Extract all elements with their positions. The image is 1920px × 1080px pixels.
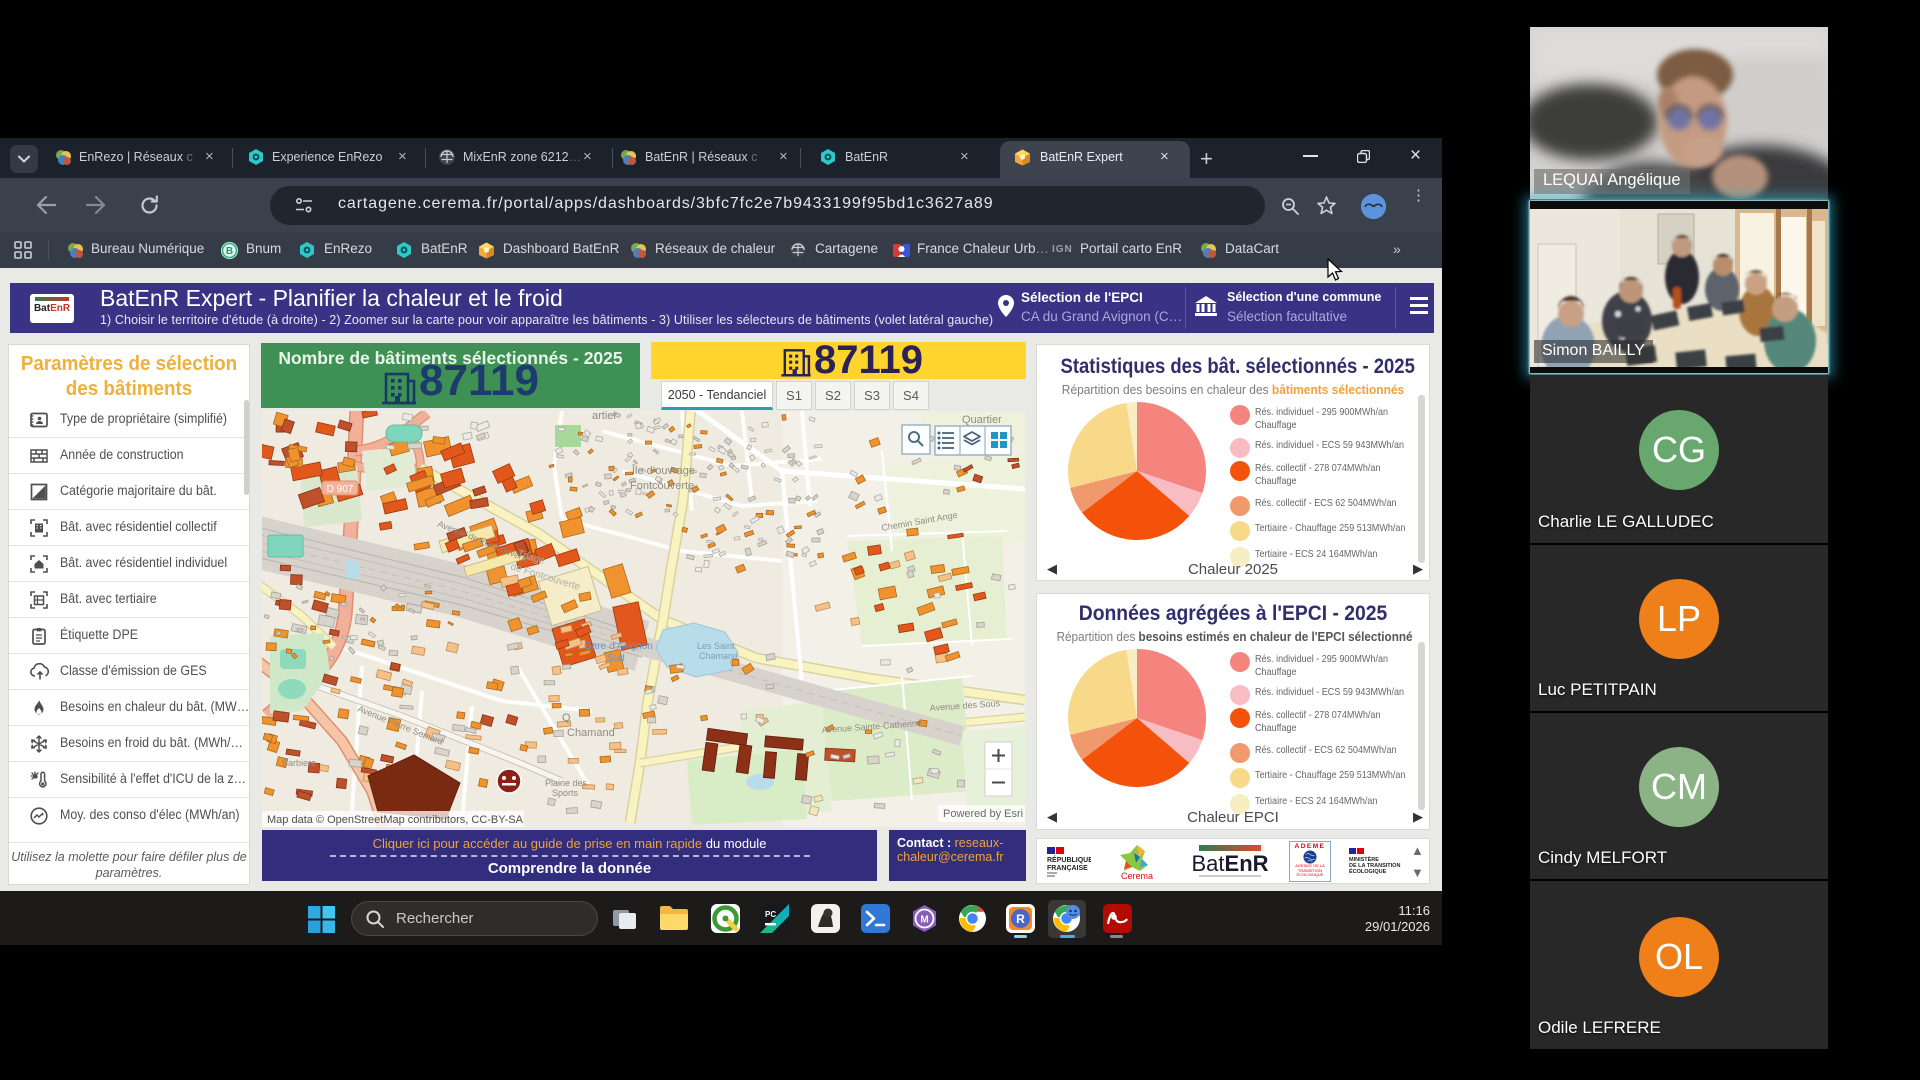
svg-text:B: B: [226, 246, 233, 257]
svg-text:RÉPUBLIQUE: RÉPUBLIQUE: [1047, 855, 1091, 864]
svg-text:Gare d’Avignon: Gare d’Avignon: [584, 641, 653, 652]
svg-text:Sports: Sports: [552, 788, 579, 798]
svg-text:M: M: [920, 915, 928, 926]
svg-text:Barbiere: Barbiere: [282, 758, 316, 768]
svg-text:Q: Q: [562, 712, 571, 724]
svg-text:Powered by Esri: Powered by Esri: [943, 808, 1023, 820]
svg-text:FRANÇAISE: FRANÇAISE: [1047, 865, 1088, 872]
svg-text:Plaine des: Plaine des: [545, 778, 588, 788]
svg-text:Chamand: Chamand: [567, 727, 615, 739]
svg-text:artier: artier: [592, 411, 617, 422]
svg-text:BatEnR: BatEnR: [1191, 851, 1268, 876]
svg-text:Quartier: Quartier: [962, 414, 1002, 426]
svg-text:Les Saint: Les Saint: [697, 641, 735, 651]
svg-text:Fontcouverte: Fontcouverte: [630, 480, 694, 492]
svg-text:Sud: Sud: [607, 653, 625, 664]
svg-text:MINISTÈRE: MINISTÈRE: [1349, 855, 1379, 863]
svg-text:Chamand: Chamand: [699, 651, 738, 661]
svg-text:ÉCOLOGIQUE: ÉCOLOGIQUE: [1349, 867, 1387, 875]
svg-text:Île d’ouvrage: Île d’ouvrage: [631, 464, 695, 477]
svg-text:Cerema: Cerema: [1121, 871, 1153, 881]
svg-text:R: R: [1016, 912, 1025, 926]
svg-text:PC: PC: [765, 910, 776, 919]
svg-text:Map data © OpenStreetMap contr: Map data © OpenStreetMap contributors, C…: [267, 814, 524, 826]
svg-text:D 907: D 907: [327, 484, 354, 495]
